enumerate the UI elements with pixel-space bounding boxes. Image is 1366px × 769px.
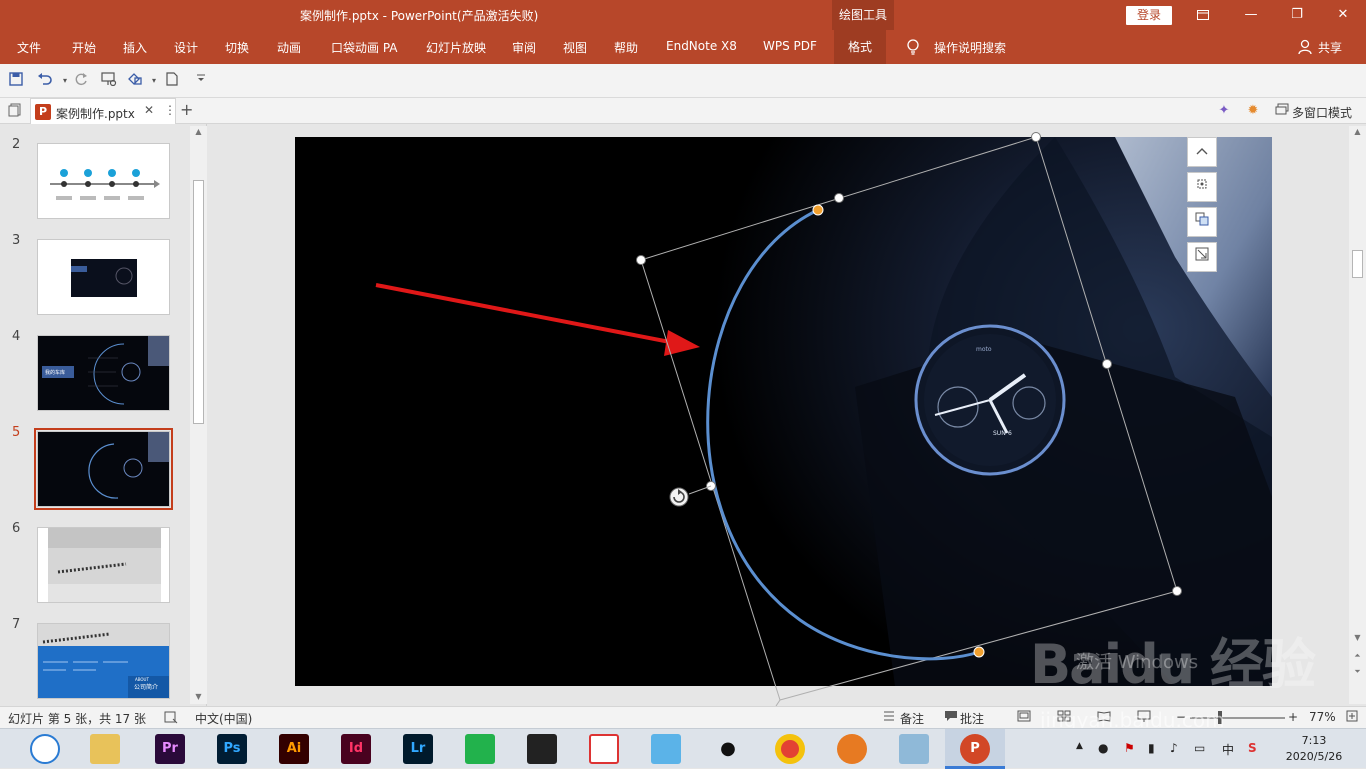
video-app-icon[interactable] [527, 734, 557, 764]
clock-time: 7:13 [1301, 734, 1327, 747]
zoom-level[interactable]: 77% [1309, 710, 1336, 724]
qq-tray-icon[interactable]: ● [1098, 741, 1108, 755]
scroll-up-icon[interactable]: ▲ [1349, 126, 1366, 138]
comments-icon[interactable] [944, 710, 958, 725]
resize-handle[interactable] [834, 193, 844, 203]
resize-handle[interactable] [1102, 359, 1112, 369]
resize-handle[interactable] [636, 255, 646, 265]
flag-tray-icon[interactable]: ⚑ [1124, 741, 1135, 755]
pen-app-icon[interactable] [899, 734, 929, 764]
red-green-app-icon[interactable] [589, 734, 619, 764]
normal-view-icon[interactable] [1017, 710, 1031, 725]
ime-indicator[interactable]: 中 [1222, 741, 1234, 758]
clock-date: 2020/5/26 [1285, 750, 1343, 763]
clock[interactable]: 7:13 2020/5/26 [1282, 733, 1346, 765]
selection-box [640, 136, 1178, 701]
fit-slide-icon[interactable] [1346, 710, 1358, 725]
chrome-icon[interactable] [775, 734, 805, 764]
language-status[interactable]: 中文(中国) [195, 710, 252, 727]
accessibility-icon[interactable] [164, 710, 178, 727]
arc-shape[interactable] [706, 208, 980, 661]
scrollbar-thumb[interactable] [1352, 250, 1363, 278]
edit-area-scrollbar[interactable]: ▲ ▼ ⏶ ⏷ [1349, 126, 1366, 704]
premiere-icon[interactable]: Pr [155, 734, 185, 764]
resize-icon[interactable] [1187, 242, 1217, 272]
orange-app-icon[interactable] [837, 734, 867, 764]
resize-handle[interactable] [1172, 586, 1182, 596]
tray-expand-icon[interactable]: ▲ [1076, 741, 1083, 751]
illustrator-icon[interactable]: Ai [279, 734, 309, 764]
file-explorer-icon[interactable] [90, 734, 120, 764]
slide-count: 幻灯片 第 5 张，共 17 张 [8, 712, 146, 726]
arrange-icon[interactable] [1187, 207, 1217, 237]
activate-windows-text: 激活 Windows [1076, 652, 1199, 673]
zoom-in-button[interactable]: + [1288, 710, 1298, 724]
photoshop-icon[interactable]: Ps [217, 734, 247, 764]
chevron-up-icon[interactable] [1187, 137, 1217, 167]
comments-button[interactable]: 批注 [960, 710, 984, 727]
notes-icon[interactable] [882, 710, 896, 725]
resize-handle[interactable] [1031, 132, 1041, 142]
prev-slide-icon[interactable]: ⏶ [1349, 650, 1366, 662]
indesign-icon[interactable]: Id [341, 734, 371, 764]
scroll-down-icon[interactable]: ▼ [1349, 632, 1366, 644]
powerpoint-icon: P [960, 734, 990, 764]
notes-button[interactable]: 备注 [900, 710, 924, 727]
rotate-handle-icon[interactable] [669, 487, 689, 507]
powerpoint-taskbar-item[interactable]: P [945, 729, 1005, 769]
volume-tray-icon[interactable]: ♪ [1170, 741, 1178, 755]
position-icon[interactable] [1187, 172, 1217, 202]
network-tray-icon[interactable]: ▭ [1194, 741, 1205, 755]
lightroom-icon[interactable]: Lr [403, 734, 433, 764]
browser-icon[interactable] [30, 734, 60, 764]
sogou-tray-icon[interactable]: S [1248, 741, 1257, 755]
taskbar: Pr Ps Ai Id Lr ● P ▲ ● ⚑ ▮ ♪ ▭ 中 S 7:13 … [0, 728, 1366, 769]
next-slide-icon[interactable]: ⏷ [1349, 666, 1366, 678]
red-arrow-head [664, 330, 700, 356]
bird-app-icon[interactable] [651, 734, 681, 764]
arc-adjust-handle[interactable] [812, 204, 824, 216]
red-arrow [375, 283, 676, 345]
battery-tray-icon[interactable]: ▮ [1148, 741, 1155, 755]
qq-icon[interactable]: ● [713, 734, 743, 764]
arc-adjust-handle[interactable] [973, 646, 985, 658]
green-app-icon[interactable] [465, 734, 495, 764]
